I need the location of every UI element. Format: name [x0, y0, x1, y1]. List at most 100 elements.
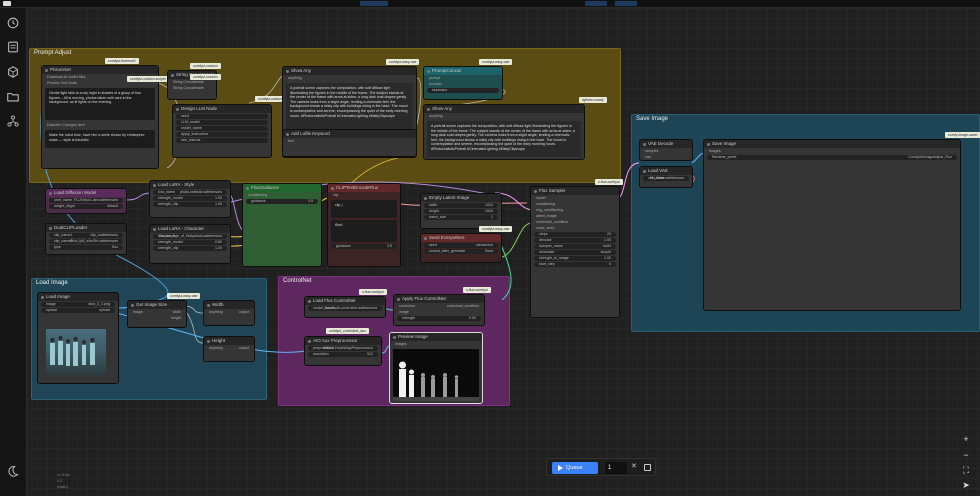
- widget-start-step[interactable]: start_step 0: [534, 262, 616, 267]
- node-badge: x-flux-comfyui: [359, 289, 387, 295]
- theme-toggle-icon[interactable]: [6, 464, 20, 478]
- node-dual-clip-loader[interactable]: DualCLIPLoader clip_name1 clip_l.safetens…: [45, 223, 127, 255]
- widget-sampler-name[interactable]: sampler_name euler: [534, 244, 616, 249]
- zoom-out-button[interactable]: −: [958, 448, 974, 462]
- node-title: Load LoRA - Style: [150, 181, 230, 189]
- widget-lora-name[interactable]: lora_name photo-realistic.safetensors: [153, 190, 227, 195]
- widget-use-instruct[interactable]: use_instruct: [176, 138, 268, 143]
- widget-weight-dtype[interactable]: weight_dtype default: [49, 204, 123, 209]
- widget-lora-name[interactable]: lora_name Golden_Age_of_Hollywood.safeten…: [153, 234, 227, 239]
- workflow-tab-1[interactable]: [360, 1, 388, 6]
- widget-clip-name1[interactable]: clip_name1 clip_l.safetensors: [49, 233, 123, 238]
- widget-type[interactable]: type flux: [49, 245, 123, 250]
- node-empty-latent-image[interactable]: Empty Latent Image width 1024 height 1024 …: [420, 193, 502, 229]
- graph-canvas[interactable]: Prompt Adjust Load Image ControlNet Save…: [27, 8, 980, 496]
- widget-seed[interactable]: seed randomize: [424, 243, 498, 248]
- widget-strength-model[interactable]: strength_model 0.80: [153, 240, 227, 245]
- node-save-image[interactable]: Save Image images filename_prefix ComfyUI…: [703, 139, 961, 311]
- widget-denoise[interactable]: denoise 1.00: [534, 238, 616, 243]
- widget-model-name[interactable]: model_name: [176, 126, 268, 131]
- clear-queue-icon[interactable]: ✕: [631, 462, 637, 470]
- widget-image[interactable]: image shot_3_1.png: [41, 302, 115, 307]
- widget-separator[interactable]: separator: [427, 88, 499, 93]
- node-load-vae[interactable]: Load VAE vae_name FLUX/ae.safetensors: [639, 166, 693, 188]
- widget-filename-prefix[interactable]: filename_prefix ComfyUI/ImageAdjust_Flux: [707, 155, 957, 160]
- workflow-tab-2[interactable]: [585, 1, 607, 6]
- widget-llm-model[interactable]: LLM_model: [176, 120, 268, 125]
- widget-guidance[interactable]: guidance 3.5: [246, 199, 318, 204]
- widget-strength-clip[interactable]: strength_clip 1.00: [153, 202, 227, 207]
- widget-resolution[interactable]: resolution 512: [308, 352, 378, 357]
- widget-strength-to-image[interactable]: strength_to_image 1.00: [534, 256, 616, 261]
- depth-preview-thumbnail: [393, 349, 479, 401]
- node-design-llm[interactable]: Design LLM Node seed LLM_model model_nam…: [172, 104, 272, 158]
- node-height[interactable]: Height anything output: [203, 336, 255, 362]
- stop-icon[interactable]: [644, 464, 651, 471]
- node-preview-image[interactable]: Preview Image images: [389, 332, 483, 404]
- node-title: Show Any: [424, 105, 584, 113]
- node-row: prompt2: [429, 82, 443, 86]
- widget-preprocessor[interactable]: preprocessor MiDaS-DepthMapPreprocessor: [308, 346, 378, 351]
- widget-model-name[interactable]: model_name flux-depth-controlnet.safetens…: [308, 306, 382, 311]
- widget-strength-model[interactable]: strength_model 1.00: [153, 196, 227, 201]
- widget-vae-name[interactable]: vae_name FLUX/ae.safetensors: [643, 176, 689, 181]
- node-title: Empty Latent Image: [421, 194, 501, 202]
- node-seed-everywhere[interactable]: Seed Everywhere seed randomize control_af…: [420, 233, 502, 263]
- widget-width[interactable]: width 1024: [424, 203, 498, 208]
- node-library-icon[interactable]: [6, 114, 20, 128]
- node-clip-text-encode-flux[interactable]: CLIPTextEncodeFlux clip clip_l t5xxl gui…: [327, 183, 401, 267]
- model-library-icon[interactable]: [6, 65, 20, 79]
- node-get-image-size[interactable]: Get Image Size image width height: [127, 300, 187, 328]
- widget-unet-name[interactable]: unet_name FLUX/flux1-dev.safetensors: [49, 198, 123, 203]
- queue-button[interactable]: Queue: [552, 462, 598, 474]
- node-load-image[interactable]: Load Image image shot_3_1.png upload uploa…: [37, 292, 119, 384]
- node-title: PromptConcat: [424, 67, 502, 75]
- text-widget[interactable]: t5xxl: [331, 220, 397, 242]
- node-title: DualCLIPLoader: [46, 224, 126, 232]
- widget-strength[interactable]: strength 0.50: [397, 316, 481, 321]
- batch-count-input[interactable]: 1: [605, 462, 627, 474]
- zoom-in-button[interactable]: +: [958, 432, 974, 446]
- node-row: images: [395, 342, 407, 346]
- text-widget[interactable]: Make the robot blue, have him a smile sh…: [45, 130, 155, 148]
- widget-strength-clip[interactable]: strength_clip 1.00: [153, 246, 227, 251]
- widget-upload[interactable]: upload upload: [41, 308, 115, 313]
- widget-clip-name2[interactable]: clip_name2 t5xxl_fp8_e4m3fn.safetensors: [49, 239, 123, 244]
- widget-control-after-generate[interactable]: control_after_generate fixed: [424, 249, 498, 254]
- node-show-any-2[interactable]: Show Any anything A portrait scene captu…: [423, 104, 585, 160]
- workflow-tab-3[interactable]: [615, 1, 637, 6]
- node-badge: comfyui-easy-use: [167, 293, 201, 299]
- node-load-flux-controlnet[interactable]: Load Flux ControlNet model_name flux-dept…: [304, 296, 386, 318]
- workflows-folder-icon[interactable]: [6, 90, 20, 104]
- widget-scheduler[interactable]: scheduler simple: [534, 250, 616, 255]
- node-flux-sampler[interactable]: Flux Sampler model conditioning neg_cond…: [530, 186, 620, 318]
- node-prompt-concat[interactable]: PromptConcat prompt prompt2 separator: [423, 66, 503, 100]
- widget-seed[interactable]: seed: [176, 114, 268, 119]
- queue-list-icon[interactable]: [6, 40, 20, 54]
- history-icon[interactable]: [6, 16, 20, 30]
- node-row: vae: [645, 155, 651, 159]
- widget-apply-instruction[interactable]: apply_instruction: [176, 132, 268, 137]
- node-badge: x-flux-comfyui: [463, 287, 491, 293]
- node-vae-decode[interactable]: VAE Decode samples vae: [639, 139, 693, 161]
- node-flux-guidance[interactable]: FluxGuidance conditioning guidance 3.5: [242, 183, 322, 267]
- text-widget[interactable]: A portrait scene captures the compositio…: [427, 121, 581, 157]
- node-aio-aux-preprocessor[interactable]: AIO Aux Preprocessor preprocessor MiDaS-D…: [304, 336, 382, 366]
- node-width[interactable]: Width anything output: [203, 300, 255, 326]
- text-widget[interactable]: Gentle light falls at a city night in sh…: [45, 88, 155, 120]
- node-row: anything: [429, 114, 443, 118]
- node-load-lora-style[interactable]: Load LoRA - Style lora_name photo-realist…: [149, 180, 231, 218]
- node-add-lofile-keyword[interactable]: Add Lofile Keyword text: [282, 129, 417, 157]
- text-widget[interactable]: clip_l: [331, 200, 397, 218]
- node-load-lora-character[interactable]: Load LoRA - Character lora_name Golden_Ag…: [149, 224, 231, 264]
- node-apply-flux-controlnet[interactable]: Apply Flux ControlNet controlnet controln…: [393, 294, 485, 326]
- widget-guidance[interactable]: guidance 3.5: [331, 244, 397, 249]
- widget-steps[interactable]: steps 20: [534, 232, 616, 237]
- widget-height[interactable]: height 1024: [424, 209, 498, 214]
- node-load-diffusion-model[interactable]: Load Diffusion Model unet_name FLUX/flux1…: [45, 188, 127, 214]
- text-widget[interactable]: A portrait scene captures the compositio…: [286, 83, 413, 135]
- fit-view-icon[interactable]: ⛶: [958, 463, 974, 477]
- node-badge: comfyui-florence2: [105, 58, 139, 64]
- widget-batch-size[interactable]: batch_size 1: [424, 215, 498, 220]
- pointer-tool-icon[interactable]: ➤: [958, 478, 974, 492]
